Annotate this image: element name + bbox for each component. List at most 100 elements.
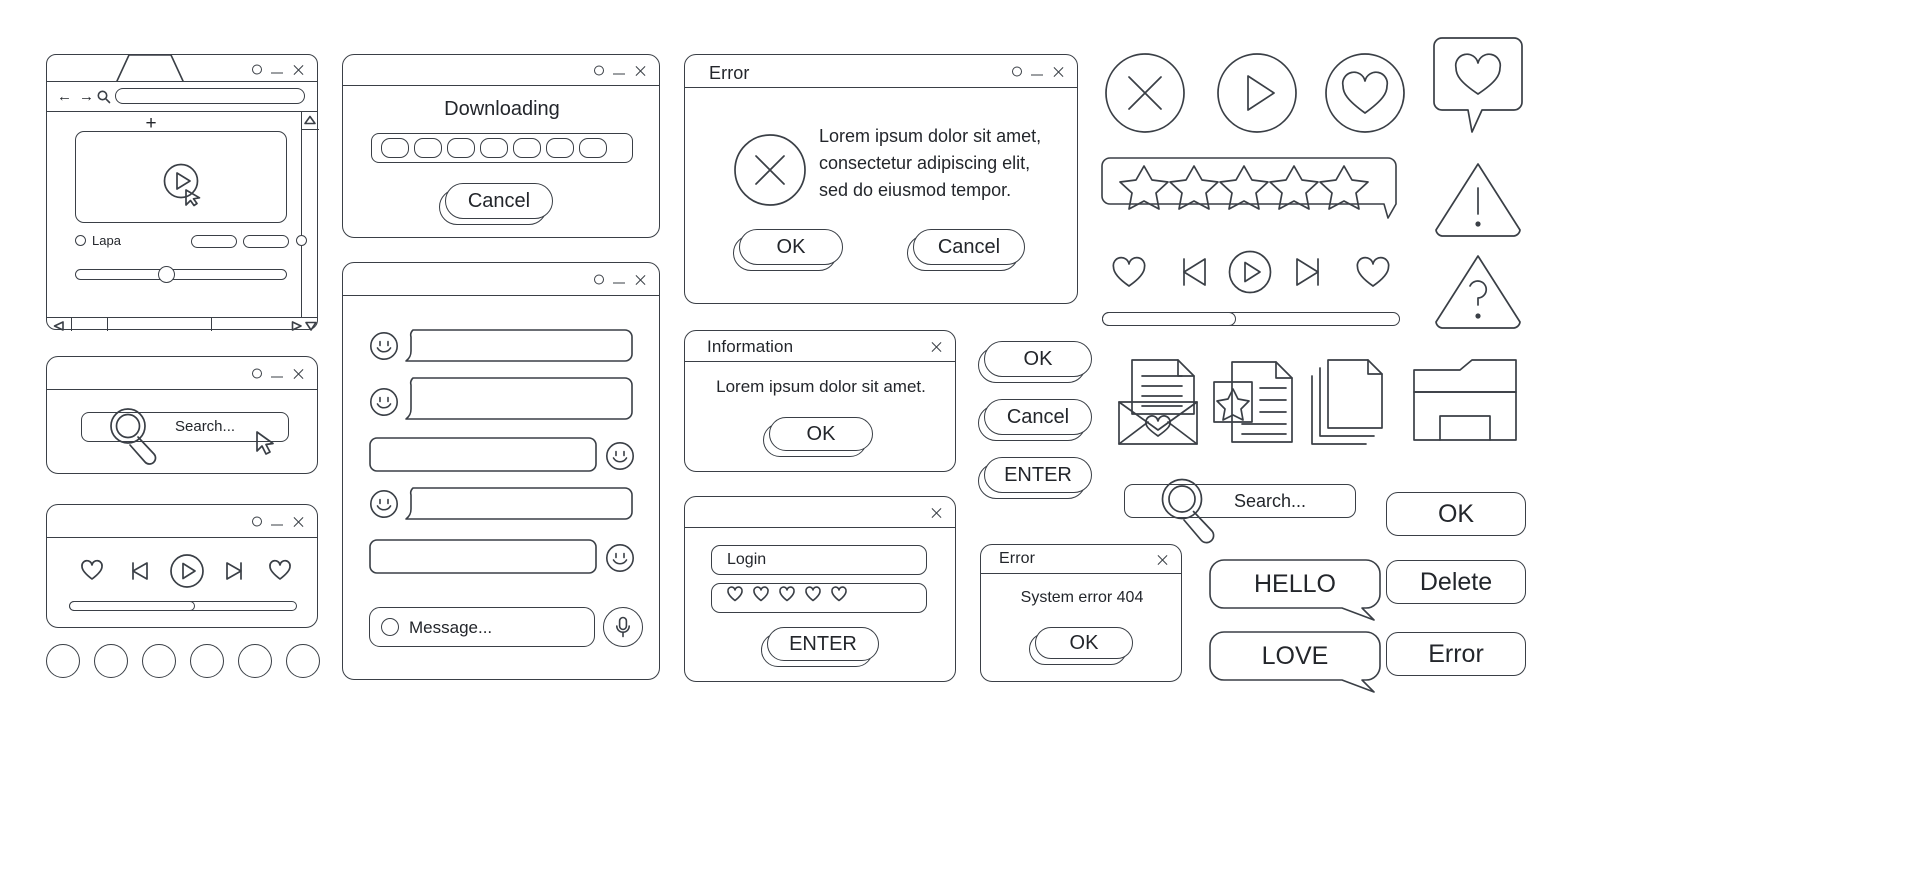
syserr-ok-label[interactable]: OK xyxy=(1035,627,1133,659)
x-circle-icon[interactable] xyxy=(1104,52,1186,134)
heart-icon[interactable] xyxy=(1112,256,1146,288)
cancel-button-label[interactable]: Cancel xyxy=(445,183,553,219)
forward-icon[interactable]: → xyxy=(79,88,94,105)
control-pill-2[interactable] xyxy=(243,235,289,248)
love-button-label[interactable]: LOVE xyxy=(1212,642,1378,671)
chat-bubble-left[interactable] xyxy=(405,377,633,421)
error-action-button[interactable]: Error xyxy=(1386,632,1526,676)
restore-icon[interactable] xyxy=(594,65,604,75)
stacked-enter-button[interactable]: ENTER xyxy=(978,457,1092,499)
video-progress-thumb[interactable] xyxy=(158,266,175,283)
close-icon[interactable] xyxy=(1052,65,1065,78)
error-window-buttons[interactable] xyxy=(1012,65,1065,78)
microphone-icon[interactable] xyxy=(615,616,631,638)
control-dot[interactable] xyxy=(296,235,307,246)
minimize-icon[interactable] xyxy=(271,376,283,377)
forward-icon[interactable] xyxy=(1294,256,1330,288)
minimize-icon[interactable] xyxy=(613,282,625,283)
restore-icon[interactable] xyxy=(252,368,262,378)
ok-action-button[interactable]: OK xyxy=(1386,492,1526,536)
info-ok-button[interactable]: OK xyxy=(763,417,873,457)
dot-4[interactable] xyxy=(190,644,224,678)
rewind-icon[interactable] xyxy=(1172,256,1208,288)
vertical-scrollbar[interactable] xyxy=(301,111,319,317)
restore-icon[interactable] xyxy=(252,64,262,74)
stacked-ok-button[interactable]: OK xyxy=(978,341,1092,383)
login-window-buttons[interactable] xyxy=(930,506,943,519)
dot-3[interactable] xyxy=(142,644,176,678)
scroll-left-icon[interactable] xyxy=(53,321,65,331)
search-window-buttons[interactable] xyxy=(252,367,305,380)
scroll-up-icon[interactable] xyxy=(304,115,316,125)
scroll-down-icon[interactable] xyxy=(305,321,317,331)
address-bar[interactable] xyxy=(115,88,305,104)
play-circle-icon[interactable] xyxy=(1216,52,1298,134)
chat-bubble-right[interactable] xyxy=(369,437,597,473)
mail-heart-icon[interactable] xyxy=(1116,358,1200,446)
attach-icon[interactable] xyxy=(381,618,399,636)
close-icon[interactable] xyxy=(930,506,943,519)
syserr-ok-button[interactable]: OK xyxy=(1029,627,1133,665)
hello-button-label[interactable]: HELLO xyxy=(1212,570,1378,599)
close-icon[interactable] xyxy=(292,515,305,528)
close-icon[interactable] xyxy=(634,273,647,286)
chat-bubble-left[interactable] xyxy=(405,487,633,521)
document-star-icon[interactable] xyxy=(1212,360,1296,444)
radio-button[interactable] xyxy=(75,235,86,246)
heart-circle-icon[interactable] xyxy=(1324,52,1406,134)
close-icon[interactable] xyxy=(930,340,943,353)
stacked-enter-label[interactable]: ENTER xyxy=(984,457,1092,493)
heart-icon[interactable] xyxy=(81,559,103,581)
warning-triangle-icon[interactable] xyxy=(1432,160,1524,238)
error-cancel-button[interactable]: Cancel xyxy=(907,229,1025,271)
star-rating-bubble[interactable] xyxy=(1100,156,1400,222)
close-icon[interactable] xyxy=(1156,553,1169,566)
chat-bubble-left[interactable] xyxy=(405,329,633,363)
delete-action-button[interactable]: Delete xyxy=(1386,560,1526,604)
login-enter-button[interactable]: ENTER xyxy=(761,627,879,667)
heart-speech-bubble-icon[interactable] xyxy=(1432,36,1524,140)
chat-bubble-right[interactable] xyxy=(369,539,597,575)
back-icon[interactable]: ← xyxy=(57,88,72,105)
dot-5[interactable] xyxy=(238,644,272,678)
minimize-icon[interactable] xyxy=(271,524,283,525)
play-circle-icon[interactable] xyxy=(169,553,205,589)
play-icon[interactable] xyxy=(159,159,207,207)
search-icon[interactable] xyxy=(97,90,111,104)
heart-icon[interactable] xyxy=(269,559,291,581)
stacked-cancel-button[interactable]: Cancel xyxy=(978,399,1092,441)
dot-6[interactable] xyxy=(286,644,320,678)
video-progress-track[interactable] xyxy=(75,269,287,280)
browser-window-buttons[interactable] xyxy=(252,63,305,76)
info-window-buttons[interactable] xyxy=(930,340,943,353)
heart-icon[interactable] xyxy=(1356,256,1390,288)
error-cancel-label[interactable]: Cancel xyxy=(913,229,1025,265)
login-enter-label[interactable]: ENTER xyxy=(767,627,879,661)
forward-icon[interactable] xyxy=(225,561,249,581)
stacked-cancel-label[interactable]: Cancel xyxy=(984,399,1092,435)
close-icon[interactable] xyxy=(292,63,305,76)
download-window-buttons[interactable] xyxy=(594,64,647,77)
cancel-button[interactable]: Cancel xyxy=(439,183,553,225)
browser-tab[interactable] xyxy=(115,53,185,83)
close-icon[interactable] xyxy=(292,367,305,380)
syserr-window-buttons[interactable] xyxy=(1156,553,1169,566)
info-ok-label[interactable]: OK xyxy=(769,417,873,451)
player-window-buttons[interactable] xyxy=(252,515,305,528)
error-ok-label[interactable]: OK xyxy=(739,229,843,265)
printer-icon[interactable] xyxy=(1412,358,1520,446)
control-pill-1[interactable] xyxy=(191,235,237,248)
restore-icon[interactable] xyxy=(1012,66,1022,76)
dot-2[interactable] xyxy=(94,644,128,678)
question-triangle-icon[interactable] xyxy=(1432,252,1524,330)
close-icon[interactable] xyxy=(634,64,647,77)
dot-1[interactable] xyxy=(46,644,80,678)
copy-documents-icon[interactable] xyxy=(1310,358,1390,446)
scroll-right-icon[interactable] xyxy=(291,321,303,331)
stacked-ok-label[interactable]: OK xyxy=(984,341,1092,377)
rewind-icon[interactable] xyxy=(125,561,149,581)
error-ok-button[interactable]: OK xyxy=(733,229,843,271)
minimize-icon[interactable] xyxy=(1031,74,1043,75)
chat-window-buttons[interactable] xyxy=(594,273,647,286)
minimize-icon[interactable] xyxy=(613,73,625,74)
